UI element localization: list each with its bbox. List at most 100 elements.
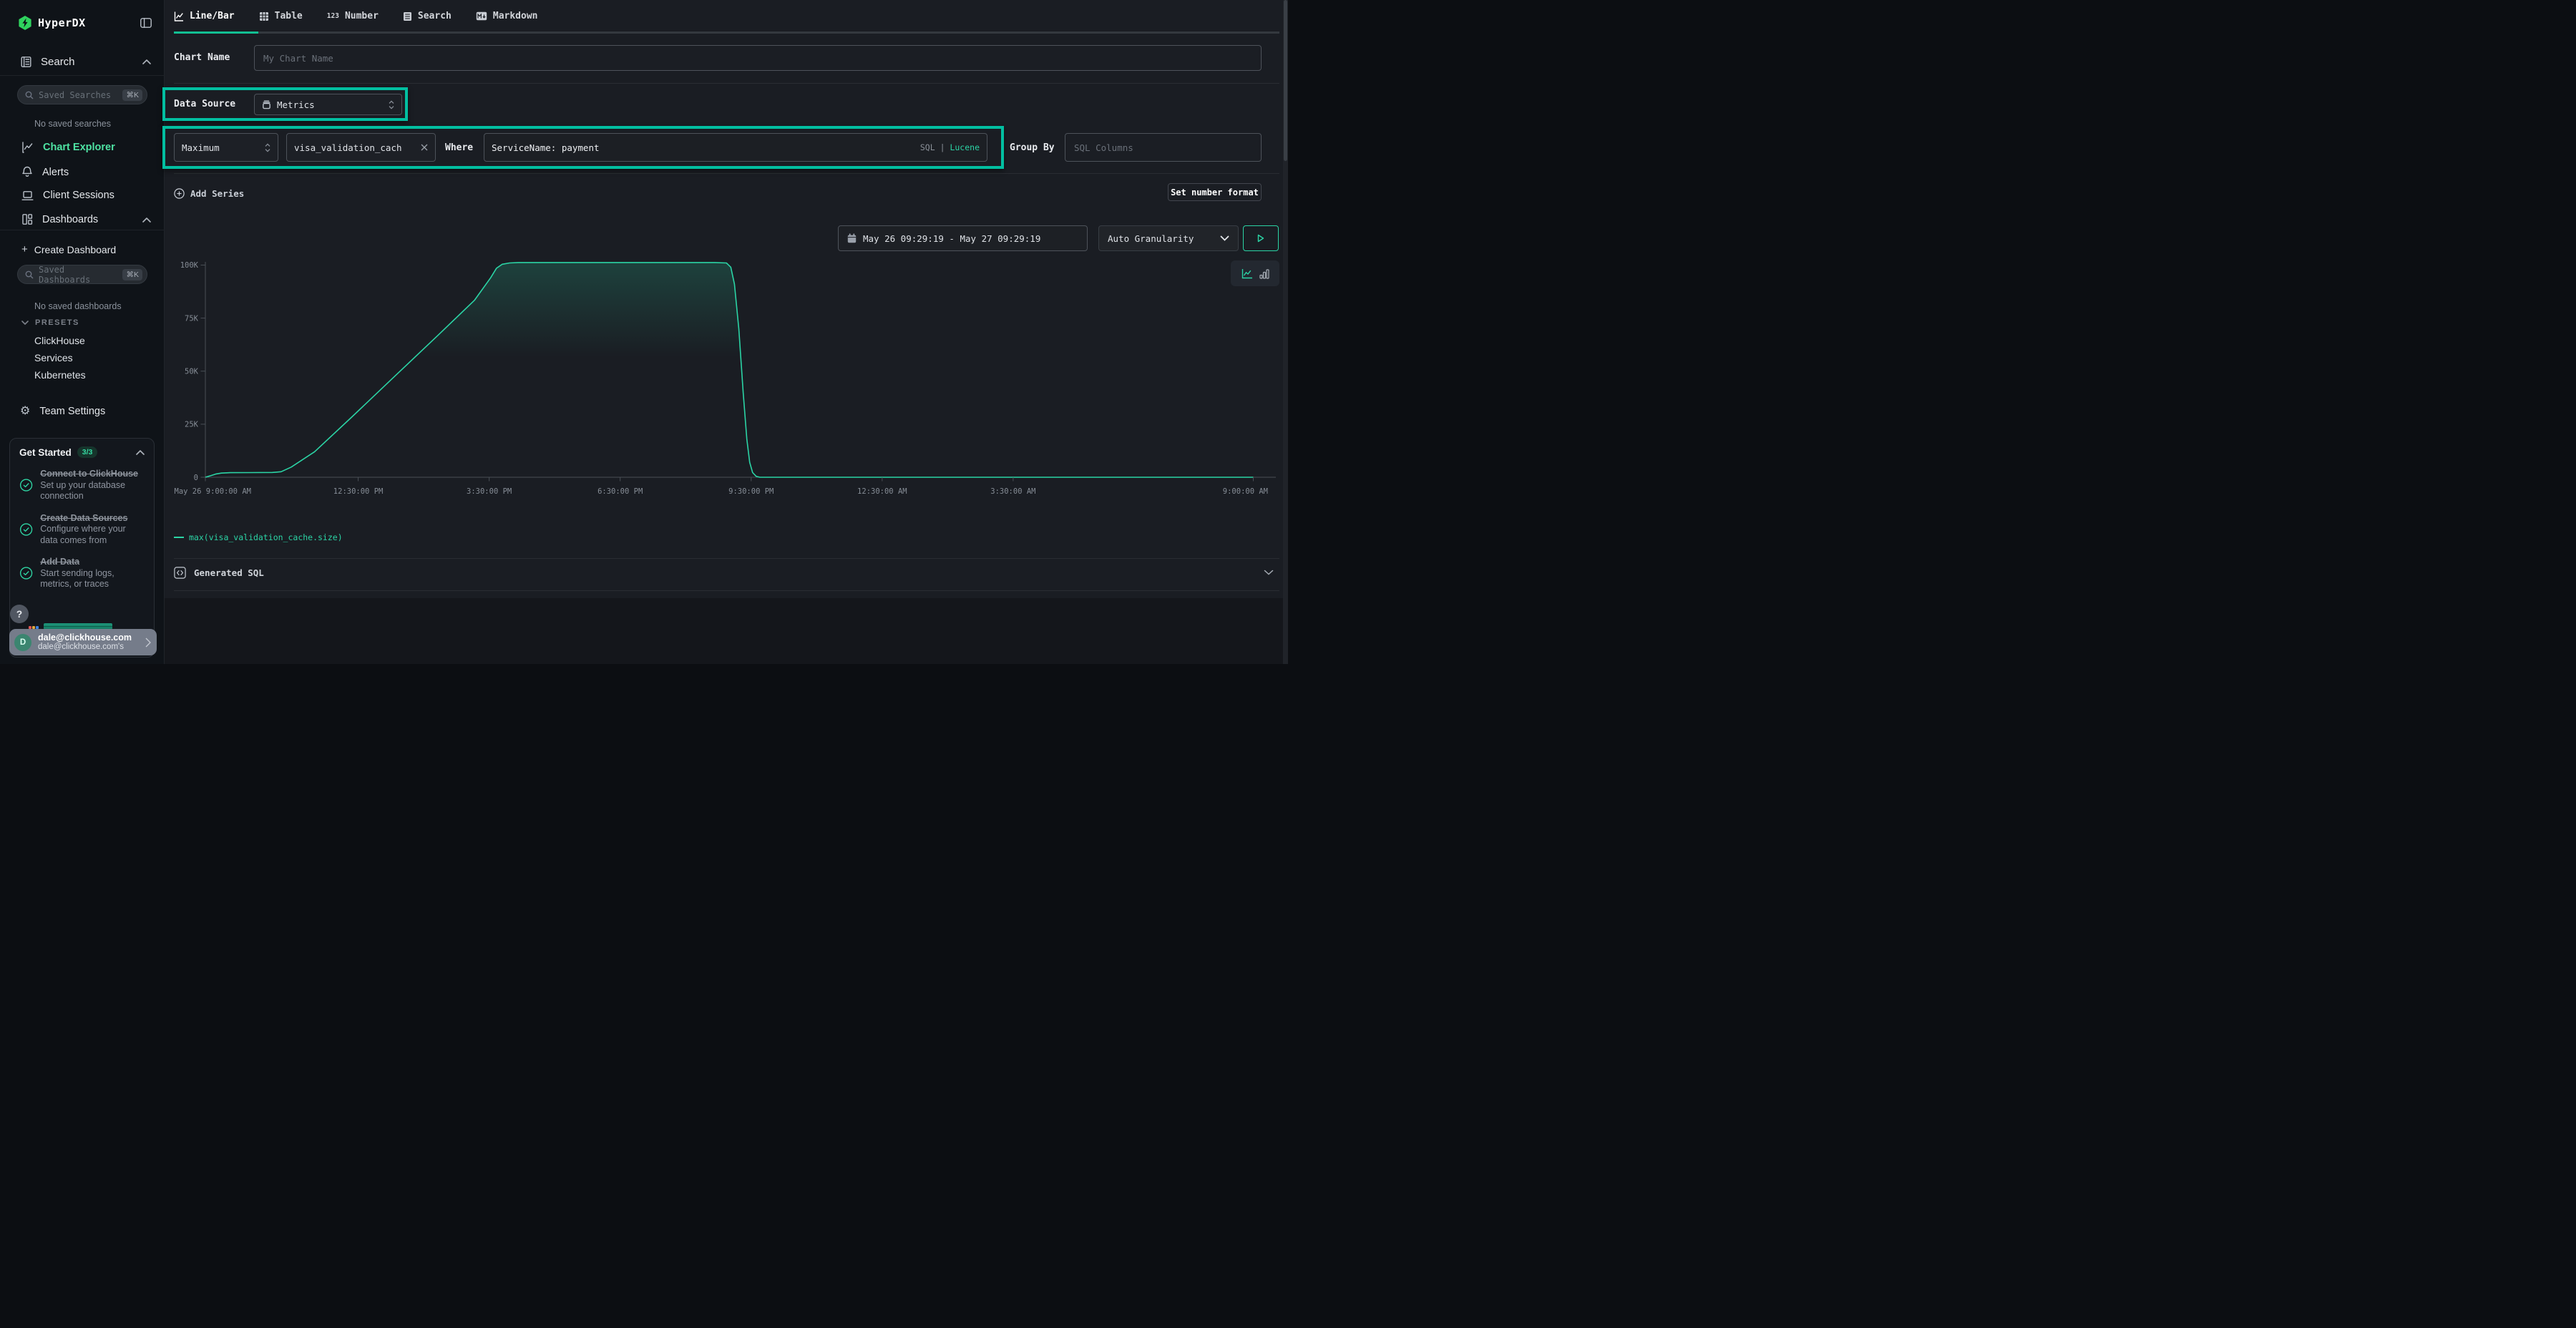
sql-mode-toggle[interactable]: SQL [920,142,935,152]
data-source-select[interactable]: Metrics [254,94,402,115]
data-source-label: Data Source [174,99,235,109]
main-content: Line/Bar Table 123 Number Search Markdow… [165,0,1283,664]
granularity-select[interactable]: Auto Granularity [1098,225,1239,251]
get-started-item[interactable]: Create Data Sources Configure where your… [19,513,145,547]
database-icon [262,100,271,109]
shortcut-badge: ⌘K [122,269,142,280]
x-axis-tick-label: 9:30:00 PM [728,487,774,496]
saved-searches-input[interactable]: Saved Searches ⌘K [17,85,147,104]
add-series-button[interactable]: Add Series [174,188,244,199]
logo[interactable]: HyperDX [19,16,86,30]
check-circle-icon [19,566,33,580]
line-chart-icon [174,11,184,21]
sidebar-item-team-settings[interactable]: ⚙ Team Settings [20,406,105,417]
page-bottom-area [165,598,1283,664]
close-icon[interactable] [421,144,428,151]
preset-kubernetes[interactable]: Kubernetes [34,369,86,381]
play-icon [1257,234,1264,243]
generated-sql-row[interactable]: Generated SQL [174,562,1274,583]
y-axis-tick-label: 25K [185,421,199,429]
scrollbar-thumb[interactable] [1284,0,1287,161]
gear-icon: ⚙ [20,406,30,417]
y-axis-tick-label: 0 [194,474,198,482]
tab-underline-active [174,31,258,34]
avatar: D [14,634,31,651]
metric-tag-label: visa_validation_cach [294,142,415,153]
data-source-value: Metrics [277,99,383,110]
chevron-up-icon[interactable] [142,59,151,64]
group-by-input[interactable] [1065,133,1262,162]
get-started-item-desc: Configure where your data comes from [40,524,145,546]
no-saved-dashboards-text: No saved dashboards [34,301,122,311]
sidebar-item-client-sessions[interactable]: Client Sessions [21,190,114,201]
line-chart: 025K50K75K100KMay 26 9:00:00 AM12:30:00 … [165,250,1281,498]
saved-dashboards-input[interactable]: Saved Dashboards ⌘K [17,265,147,284]
x-axis-tick-label: 12:30:00 PM [333,487,384,496]
x-axis-tick-label: May 26 9:00:00 AM [175,487,251,496]
app-title: HyperDX [38,16,86,29]
presets-header[interactable]: PRESETS [21,318,79,327]
hyperdx-logo-icon [19,16,31,30]
sidebar-item-alerts[interactable]: Alerts [21,166,69,178]
chevron-up-icon[interactable] [142,218,151,223]
chevron-down-icon [1220,235,1229,241]
aggregation-value: Maximum [182,142,259,153]
saved-dashboards-placeholder: Saved Dashboards [39,265,117,285]
y-axis-tick-label: 100K [180,261,199,270]
chart-name-input[interactable] [254,45,1262,71]
check-circle-icon [19,522,33,537]
calendar-icon [847,233,857,243]
hyperdx-app: HyperDX Search Saved Searches ⌘K No save… [0,0,1288,664]
sidebar-search-label: Search [41,56,75,68]
preset-services[interactable]: Services [34,352,73,363]
user-menu[interactable]: D dale@clickhouse.com dale@clickhouse.co… [9,629,157,655]
view-tabs: Line/Bar Table 123 Number Search Markdow… [174,0,538,32]
get-started-item[interactable]: Connect to ClickHouse Set up your databa… [19,469,145,502]
no-saved-searches-text: No saved searches [34,119,111,129]
sidebar: HyperDX Search Saved Searches ⌘K No save… [0,0,165,664]
date-range-value: May 26 09:29:19 - May 27 09:29:19 [863,233,1040,244]
tab-table[interactable]: Table [259,11,303,21]
tab-number[interactable]: 123 Number [327,11,379,21]
date-range-input[interactable]: May 26 09:29:19 - May 27 09:29:19 [838,225,1088,251]
get-started-item-title: Connect to ClickHouse [40,469,145,480]
get-started-item-title: Add Data [40,557,145,568]
sidebar-item-chart-explorer[interactable]: Chart Explorer [21,142,115,153]
x-axis-tick-label: 3:30:00 PM [467,487,512,496]
where-input[interactable]: ServiceName: payment SQL | Lucene [484,133,987,162]
scrollbar[interactable] [1283,0,1288,664]
where-label: Where [445,142,473,153]
generated-sql-label: Generated SQL [194,567,264,578]
chart-legend[interactable]: max(visa_validation_cache.size) [174,532,343,542]
metric-tag[interactable]: visa_validation_cach [286,133,436,162]
tab-markdown[interactable]: Markdown [476,11,538,21]
create-dashboard-button[interactable]: + Create Dashboard [21,243,116,255]
bell-icon [21,166,33,178]
team-settings-label: Team Settings [39,406,105,417]
set-number-format-button[interactable]: Set number format [1168,183,1262,201]
get-started-item[interactable]: Add Data Start sending logs, metrics, or… [19,557,145,590]
granularity-value: Auto Granularity [1108,233,1213,244]
collapse-sidebar-icon[interactable] [140,18,152,28]
chevron-down-icon[interactable] [1264,570,1274,575]
code-icon [174,567,186,579]
laptop-icon [21,190,34,201]
sidebar-item-dashboards[interactable]: Dashboards [21,213,98,225]
dashboards-icon [21,213,33,225]
tab-line-bar[interactable]: Line/Bar [174,11,235,21]
chart-explorer-icon [21,142,34,153]
group-by-label: Group By [1010,142,1055,153]
run-query-button[interactable] [1243,225,1279,251]
help-button[interactable]: ? [10,605,29,623]
table-icon [259,11,269,21]
tab-search[interactable]: Search [403,11,452,21]
shortcut-badge: ⌘K [122,89,142,101]
get-started-progress-badge: 3/3 [77,446,98,458]
aggregation-select[interactable]: Maximum [174,133,278,162]
add-series-label: Add Series [190,188,244,199]
preset-clickhouse[interactable]: ClickHouse [34,335,85,346]
lucene-mode-toggle[interactable]: Lucene [950,142,980,152]
chevron-up-icon[interactable] [136,450,145,455]
sidebar-section-search[interactable]: Search [20,56,75,68]
x-axis-tick-label: 3:30:00 AM [990,487,1035,496]
